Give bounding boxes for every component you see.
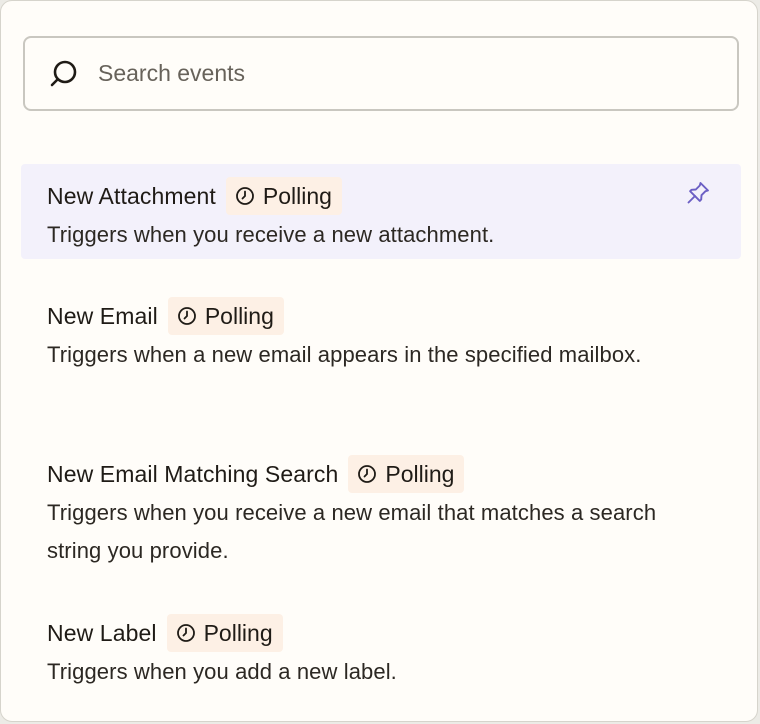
event-item-new-label[interactable]: New Label Polling Triggers when you add … xyxy=(21,576,741,696)
badge-label: Polling xyxy=(204,302,274,329)
event-title-row: New Email Polling xyxy=(47,296,715,336)
event-item-new-attachment[interactable]: New Attachment Polling Triggers when you… xyxy=(21,164,741,259)
polling-badge: Polling xyxy=(348,455,465,493)
clock-icon xyxy=(176,623,196,643)
polling-badge: Polling xyxy=(225,177,342,215)
event-list: New Attachment Polling Triggers when you… xyxy=(21,164,741,696)
event-title: New Email Matching Search xyxy=(47,460,339,487)
badge-label: Polling xyxy=(203,619,273,646)
pin-icon[interactable] xyxy=(683,178,713,208)
event-picker-panel: New Attachment Polling Triggers when you… xyxy=(0,0,758,722)
event-item-new-email[interactable]: New Email Polling Triggers when a new em… xyxy=(21,259,741,417)
clock-icon xyxy=(235,186,255,206)
event-description: Triggers when you receive a new email th… xyxy=(47,500,657,563)
search-box[interactable] xyxy=(23,36,739,111)
event-title-row: New Attachment Polling xyxy=(47,176,715,216)
event-title: New Attachment xyxy=(47,182,216,209)
polling-badge: Polling xyxy=(167,297,284,335)
clock-icon xyxy=(357,464,377,484)
clock-icon xyxy=(177,306,197,326)
event-description: Triggers when a new email appears in the… xyxy=(47,342,642,367)
event-title: New Label xyxy=(47,619,157,646)
badge-label: Polling xyxy=(262,182,332,209)
event-title-row: New Label Polling xyxy=(47,613,715,653)
event-description: Triggers when you receive a new attachme… xyxy=(47,222,495,247)
search-input[interactable] xyxy=(98,53,698,94)
search-icon xyxy=(46,57,80,91)
event-title: New Email xyxy=(47,302,158,329)
event-description: Triggers when you add a new label. xyxy=(47,659,397,684)
badge-label: Polling xyxy=(385,460,455,487)
event-title-row: New Email Matching Search Polling xyxy=(47,454,715,494)
polling-badge: Polling xyxy=(166,614,283,652)
event-item-new-email-matching-search[interactable]: New Email Matching Search Polling Trigge… xyxy=(21,417,741,576)
